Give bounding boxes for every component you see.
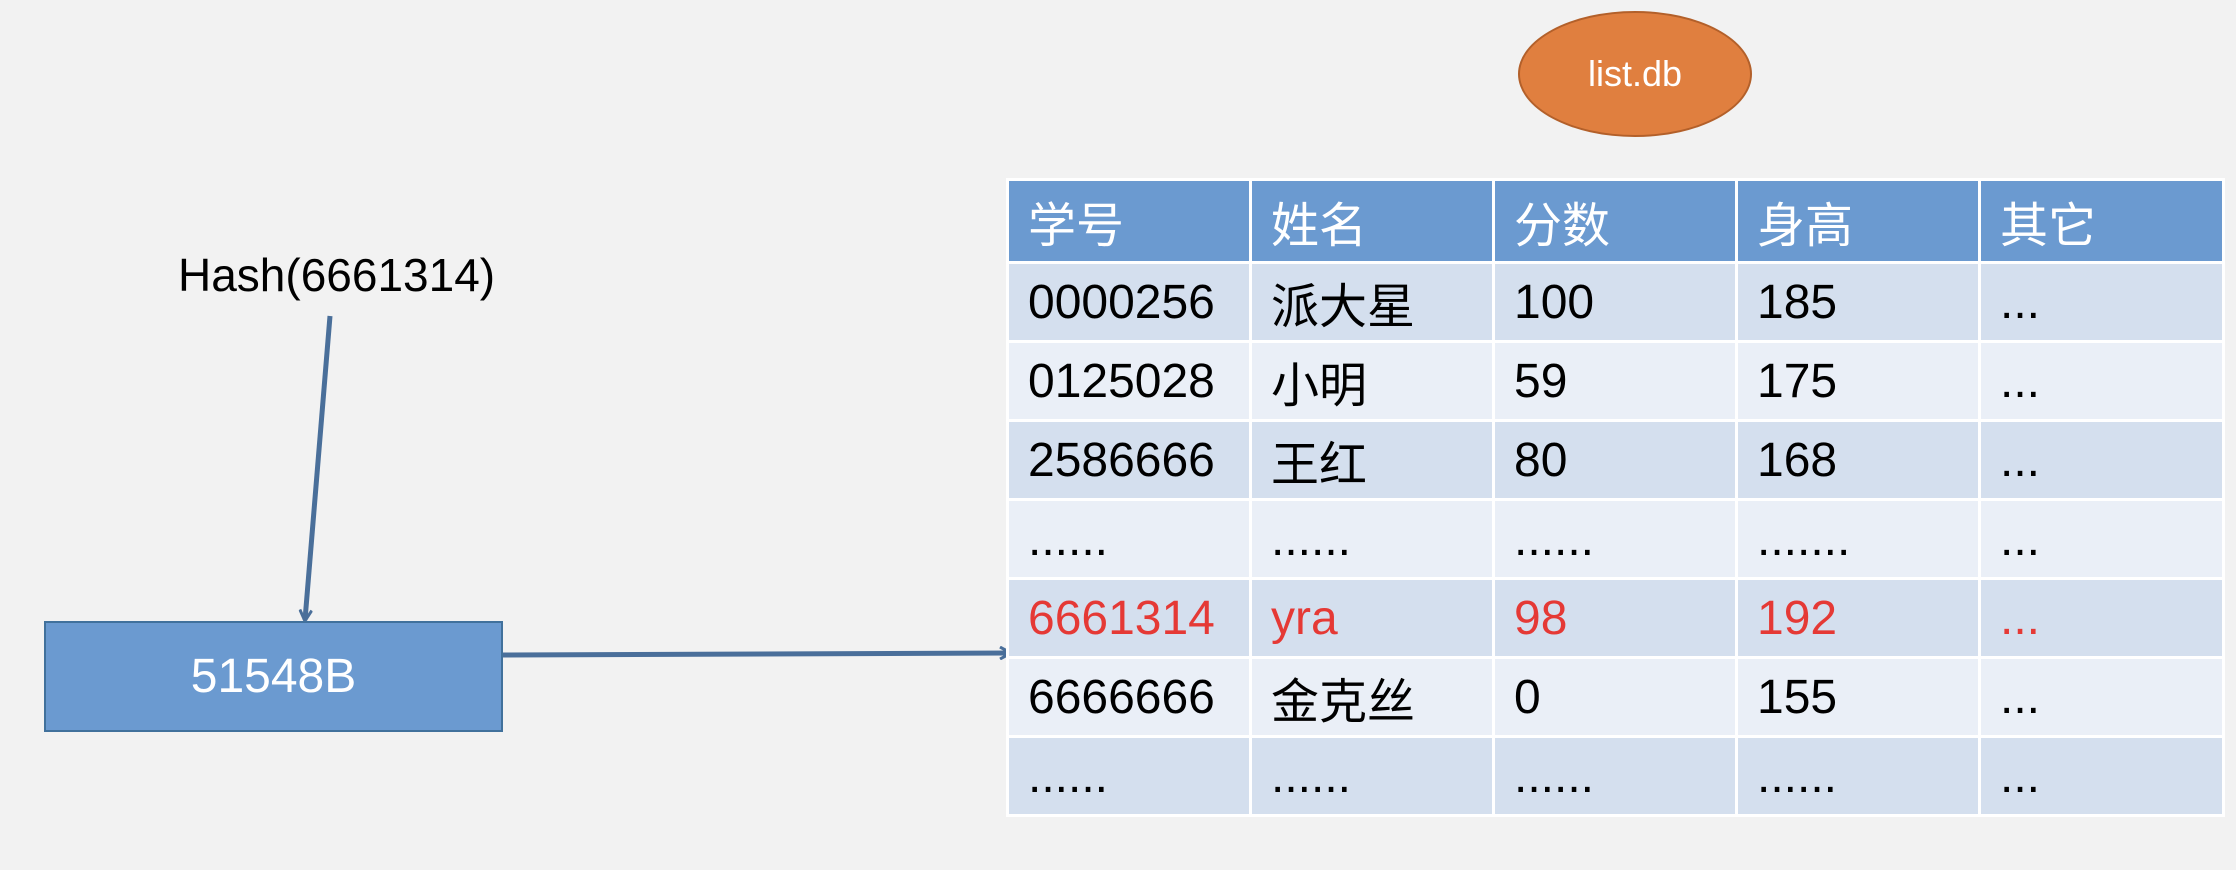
other-cell: ... xyxy=(1978,261,2225,343)
hash-result-label: 51548B xyxy=(190,650,357,703)
score-cell: 0 xyxy=(1492,656,1738,738)
student-id-cell: ...... xyxy=(1006,498,1252,580)
table-row: 0000256 派大星 100 185... xyxy=(1006,261,2225,343)
student-id-cell: 2586666 xyxy=(1006,419,1252,501)
db-name-ellipse: list.db xyxy=(1518,11,1752,137)
hash-expression: Hash(6661314) xyxy=(178,249,496,301)
db-table: 学号 姓名 分数 身高 其它 0000256 派大星 100 185... 012502… xyxy=(1006,178,2225,817)
student-id-cell: 6666666 xyxy=(1006,656,1252,738)
score-cell: ...... xyxy=(1492,498,1738,580)
hash-to-result-arrow xyxy=(305,315,333,620)
header-name: 姓名 xyxy=(1249,178,1495,264)
height-cell: ...... xyxy=(1735,735,1981,817)
score-cell: ...... xyxy=(1492,735,1738,817)
table-row: 0125028 小明 59 175... xyxy=(1006,340,2225,422)
height-cell: 185 xyxy=(1735,261,1981,343)
db-name-label: list.db xyxy=(1587,53,1683,94)
header-score: 分数 xyxy=(1492,178,1738,264)
table-row: 2586666 王红 80 168... xyxy=(1006,419,2225,501)
student-id-cell: 0125028 xyxy=(1006,340,1252,422)
height-cell: 192 xyxy=(1735,577,1981,659)
name-cell: 金克丝 xyxy=(1249,656,1495,738)
name-cell: ...... xyxy=(1249,498,1495,580)
other-cell: ... xyxy=(1978,577,2225,659)
score-cell: 59 xyxy=(1492,340,1738,422)
name-cell: yra xyxy=(1249,577,1495,659)
header-height: 身高 xyxy=(1735,178,1981,264)
score-cell: 98 xyxy=(1492,577,1738,659)
other-cell: ... xyxy=(1978,498,2225,580)
height-cell: 168 xyxy=(1735,419,1981,501)
other-cell: ... xyxy=(1978,419,2225,501)
height-cell: 155 xyxy=(1735,656,1981,738)
other-cell: ... xyxy=(1978,340,2225,422)
student-id-cell: ...... xyxy=(1006,735,1252,817)
hash-result-box: 51548B xyxy=(44,621,503,732)
table-row-highlighted: 6661314 yra 98 192... xyxy=(1006,577,2225,659)
table-header-row: 学号 姓名 分数 身高 其它 xyxy=(1006,178,2225,264)
table-row: ........................... xyxy=(1006,735,2225,817)
student-id-cell: 0000256 xyxy=(1006,261,1252,343)
name-cell: ...... xyxy=(1249,735,1495,817)
score-cell: 80 xyxy=(1492,419,1738,501)
other-cell: ... xyxy=(1978,735,2225,817)
table-body: 0000256 派大星 100 185... 0125028 小明 59 175... 2586… xyxy=(1006,261,2225,817)
name-cell: 小明 xyxy=(1249,340,1495,422)
name-cell: 王红 xyxy=(1249,419,1495,501)
other-cell: ... xyxy=(1978,656,2225,738)
result-to-row-arrow xyxy=(502,653,1010,655)
student-id-cell: 6661314 xyxy=(1006,577,1252,659)
name-cell: 派大星 xyxy=(1249,261,1495,343)
height-cell: ....... xyxy=(1735,498,1981,580)
header-student-id: 学号 xyxy=(1006,178,1252,264)
score-cell: 100 xyxy=(1492,261,1738,343)
header-other: 其它 xyxy=(1978,178,2225,264)
table-row: ............................ xyxy=(1006,498,2225,580)
height-cell: 175 xyxy=(1735,340,1981,422)
table-row: 6666666 金克丝 0 155... xyxy=(1006,656,2225,738)
